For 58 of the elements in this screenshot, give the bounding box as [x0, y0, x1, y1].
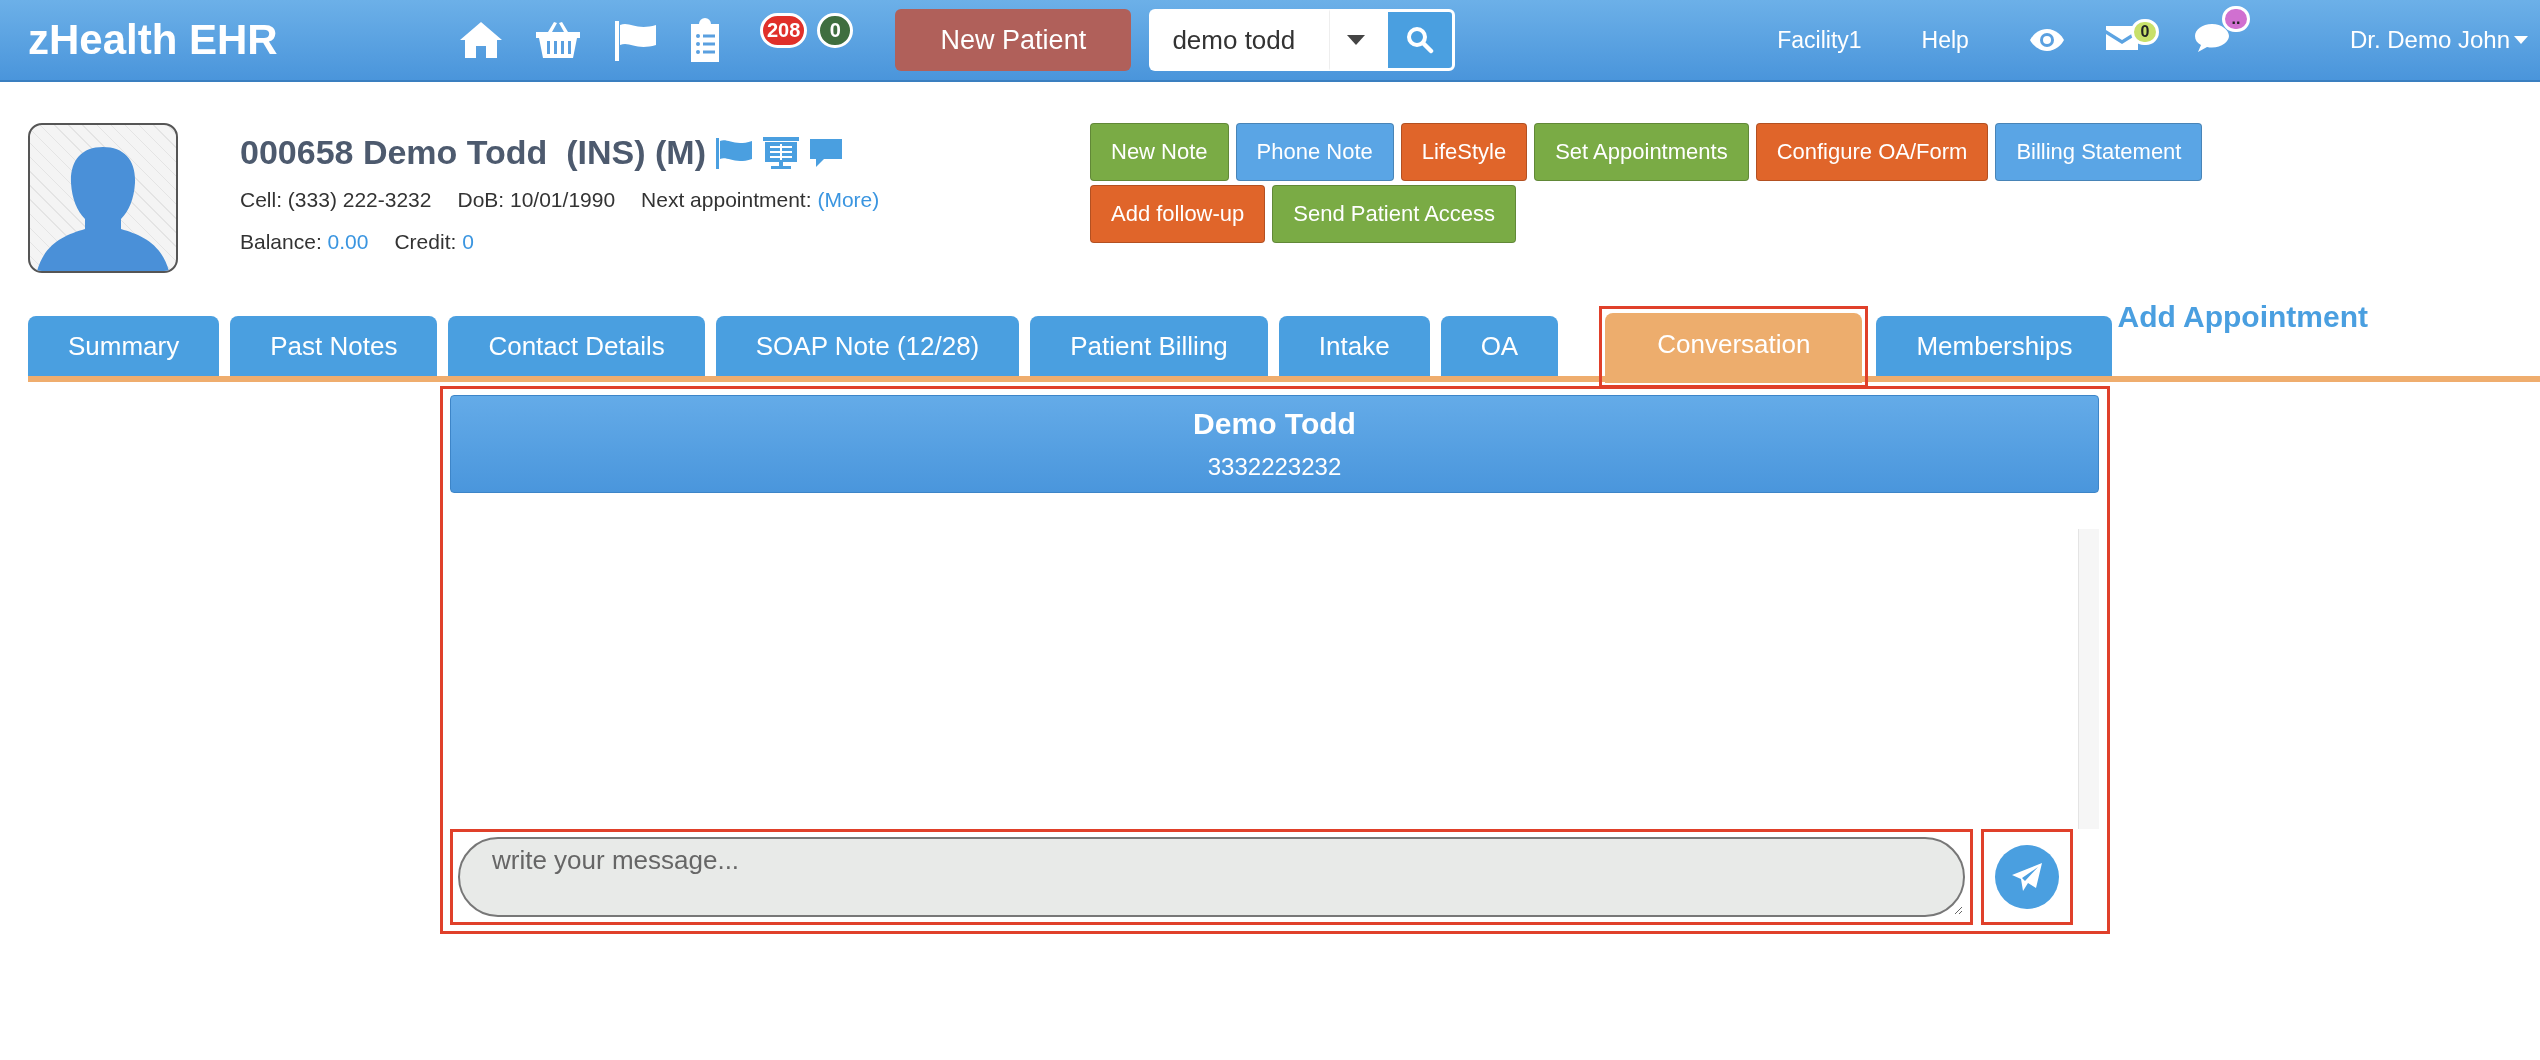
caret-icon	[1347, 35, 1366, 45]
value-link[interactable]: (More)	[817, 188, 880, 211]
count-badge: ..	[2221, 6, 2250, 32]
value-link[interactable]: 0.00	[327, 230, 369, 253]
tab[interactable]: Memberships	[1876, 316, 2113, 376]
action-button[interactable]: New Note	[1090, 123, 1229, 181]
action-button[interactable]: Billing Statement	[1995, 123, 2203, 181]
home-icon[interactable]	[458, 20, 504, 60]
tab[interactable]: OA	[1440, 316, 1559, 376]
field-label: Next appointment:	[641, 188, 812, 211]
action-button[interactable]: LifeStyle	[1400, 123, 1528, 181]
paper-plane-icon	[2011, 862, 2043, 892]
tab[interactable]: Past Notes	[230, 316, 438, 376]
scrollbar[interactable]	[2078, 529, 2099, 829]
chat-bubble-icon[interactable]	[2193, 22, 2230, 54]
tab[interactable]: Summary	[28, 316, 220, 376]
message-field[interactable]: write your message...	[458, 837, 1965, 917]
header-link[interactable]: Help	[1921, 26, 1969, 54]
action-button[interactable]: Set Appointments	[1534, 123, 1749, 181]
count-badge: 0	[2130, 19, 2159, 45]
patient-name: 000658 Demo Todd (INS) (M)	[240, 133, 706, 172]
tab[interactable]: Conversation	[1605, 313, 1863, 383]
new-patient-button[interactable]: New Patient	[895, 9, 1132, 71]
field-value: (333) 222-3232	[287, 188, 432, 211]
field-label: DoB:	[457, 188, 505, 211]
action-button[interactable]: Send Patient Access	[1272, 185, 1517, 243]
tab[interactable]: Contact Details	[448, 316, 705, 376]
count-badge[interactable]: 0	[817, 12, 854, 48]
field-value: 10/01/1990	[510, 188, 616, 211]
flag-icon[interactable]	[612, 19, 658, 61]
tab[interactable]: SOAP Note (12/28)	[715, 316, 1020, 376]
add-appointment-link[interactable]: Add Appointment	[2117, 300, 2368, 334]
value-link[interactable]: 0	[462, 230, 474, 253]
chart-board-icon[interactable]	[762, 135, 800, 170]
flag-icon[interactable]	[714, 136, 754, 169]
action-button[interactable]: Add follow-up	[1090, 185, 1266, 243]
caret-icon	[2514, 36, 2528, 44]
action-button[interactable]: Configure OA/Form	[1755, 123, 1989, 181]
app-logo: zHealth EHR	[28, 16, 279, 64]
search-field[interactable]: demo todd	[1149, 9, 1330, 71]
field-label: Cell:	[240, 188, 282, 211]
tab[interactable]: Patient Billing	[1030, 316, 1268, 376]
dropdown-button[interactable]	[1329, 9, 1386, 71]
user-menu[interactable]: Dr. Demo John	[2349, 26, 2528, 54]
field-label: Balance:	[240, 230, 322, 253]
contact-name: Demo Todd	[1193, 407, 1356, 441]
tab[interactable]: Intake	[1278, 316, 1430, 376]
count-badge[interactable]: 208	[760, 12, 808, 48]
basket-icon[interactable]	[534, 20, 582, 60]
search-icon	[1406, 26, 1435, 54]
field-label: Credit:	[394, 230, 457, 253]
header-link[interactable]: Facility1	[1777, 26, 1862, 54]
clipboard-list-icon[interactable]	[688, 18, 722, 62]
eye-icon[interactable]	[2028, 28, 2065, 52]
envelope-icon[interactable]	[2104, 25, 2139, 51]
action-button[interactable]: Phone Note	[1235, 123, 1394, 181]
chat-bubble-icon[interactable]	[808, 136, 844, 169]
contact-phone: 3332223232	[1207, 453, 1342, 481]
